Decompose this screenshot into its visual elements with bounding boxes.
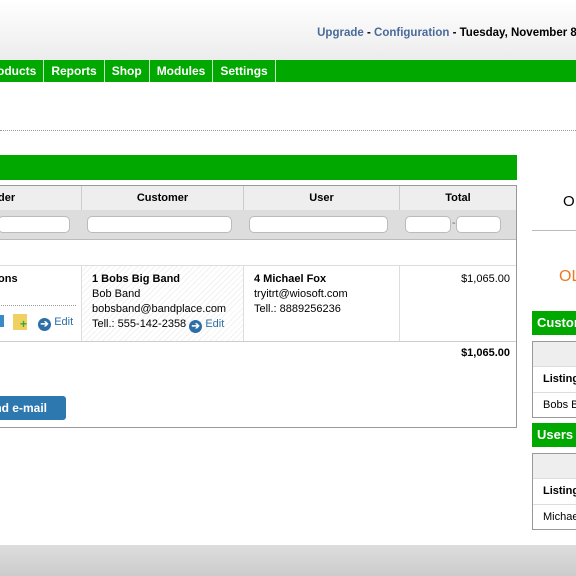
order-filter[interactable] bbox=[0, 216, 70, 233]
customers-listing-header: Listing bbox=[533, 366, 576, 392]
edit-customer-link[interactable]: ➔ Edit bbox=[189, 318, 224, 333]
users-panel: Listing Michae bbox=[532, 453, 576, 530]
user-filter[interactable] bbox=[249, 216, 388, 233]
total-cell: $1,065.00 bbox=[400, 265, 516, 341]
add-note-icon[interactable]: + bbox=[13, 314, 28, 331]
main-nav: oducts Reports Shop Modules Settings bbox=[0, 60, 576, 82]
top-links: Upgrade - Configuration - Tuesday, Novem… bbox=[317, 27, 576, 39]
customers-panel-title: Custon bbox=[532, 311, 576, 335]
upgrade-link[interactable]: Upgrade bbox=[317, 27, 364, 39]
customer-filter[interactable] bbox=[87, 216, 232, 233]
header-order[interactable]: der bbox=[0, 186, 82, 210]
side-title: O bbox=[563, 193, 575, 210]
users-listing-header: Listing bbox=[533, 478, 576, 504]
customer-name[interactable]: 1 Bobs Big Band bbox=[92, 273, 180, 285]
separator: - bbox=[363, 27, 375, 39]
date: Tuesday, November 8, bbox=[459, 27, 576, 39]
nav-settings[interactable]: Settings bbox=[213, 60, 276, 82]
separator: - bbox=[449, 27, 460, 39]
customer-cell: 1 Bobs Big Band Bob Band bobsband@bandpl… bbox=[82, 265, 244, 341]
nav-products[interactable]: oducts bbox=[0, 60, 45, 82]
users-panel-title: Users bbox=[532, 423, 576, 447]
header-user[interactable]: User bbox=[244, 186, 400, 210]
arrow-right-icon: ➔ bbox=[38, 318, 52, 331]
header-customer[interactable]: Customer bbox=[82, 186, 244, 210]
user-list-item[interactable]: Michae bbox=[533, 504, 576, 529]
nav-shop[interactable]: Shop bbox=[105, 60, 150, 82]
user-name[interactable]: 4 Michael Fox bbox=[254, 273, 326, 285]
customer-email: bobsband@bandplace.com bbox=[92, 303, 227, 315]
actions-label: ons bbox=[0, 273, 18, 285]
header-total[interactable]: Total bbox=[400, 186, 516, 210]
edit-order-link[interactable]: ➔ Edit bbox=[38, 316, 73, 331]
configuration-link[interactable]: Configuration bbox=[374, 27, 449, 39]
arrow-right-icon: ➔ bbox=[189, 320, 203, 333]
grand-total: $1,065.00 bbox=[461, 347, 510, 359]
side-status: OL bbox=[559, 268, 576, 285]
orders-table: der Customer User Total - ons + ➔ Edit 1… bbox=[0, 185, 517, 428]
header: Upgrade - Configuration - Tuesday, Novem… bbox=[0, 0, 576, 60]
send-email-button[interactable]: nd e-mail bbox=[0, 396, 66, 420]
user-email: tryitrt@wiosoft.com bbox=[254, 288, 348, 300]
customers-panel: Listing Bobs B bbox=[532, 341, 576, 418]
actions-cell: ons + ➔ Edit bbox=[0, 265, 82, 341]
user-cell: 4 Michael Fox tryitrt@wiosoft.com Tell.:… bbox=[244, 265, 400, 341]
users-icon[interactable] bbox=[0, 315, 4, 327]
user-phone: Tell.: 8889256236 bbox=[254, 303, 341, 315]
customer-list-item[interactable]: Bobs B bbox=[533, 392, 576, 417]
total-max-filter[interactable] bbox=[456, 216, 501, 233]
footer bbox=[0, 545, 576, 576]
divider bbox=[0, 130, 576, 131]
customer-phone: Tell.: 555-142-2358 bbox=[92, 318, 187, 330]
customer-contact: Bob Band bbox=[92, 288, 141, 300]
total-min-filter[interactable] bbox=[405, 216, 451, 233]
nav-reports[interactable]: Reports bbox=[44, 60, 105, 82]
side-divider bbox=[532, 230, 576, 231]
nav-modules[interactable]: Modules bbox=[150, 60, 214, 82]
filter-row: - bbox=[0, 210, 516, 240]
section-bar bbox=[0, 155, 517, 180]
